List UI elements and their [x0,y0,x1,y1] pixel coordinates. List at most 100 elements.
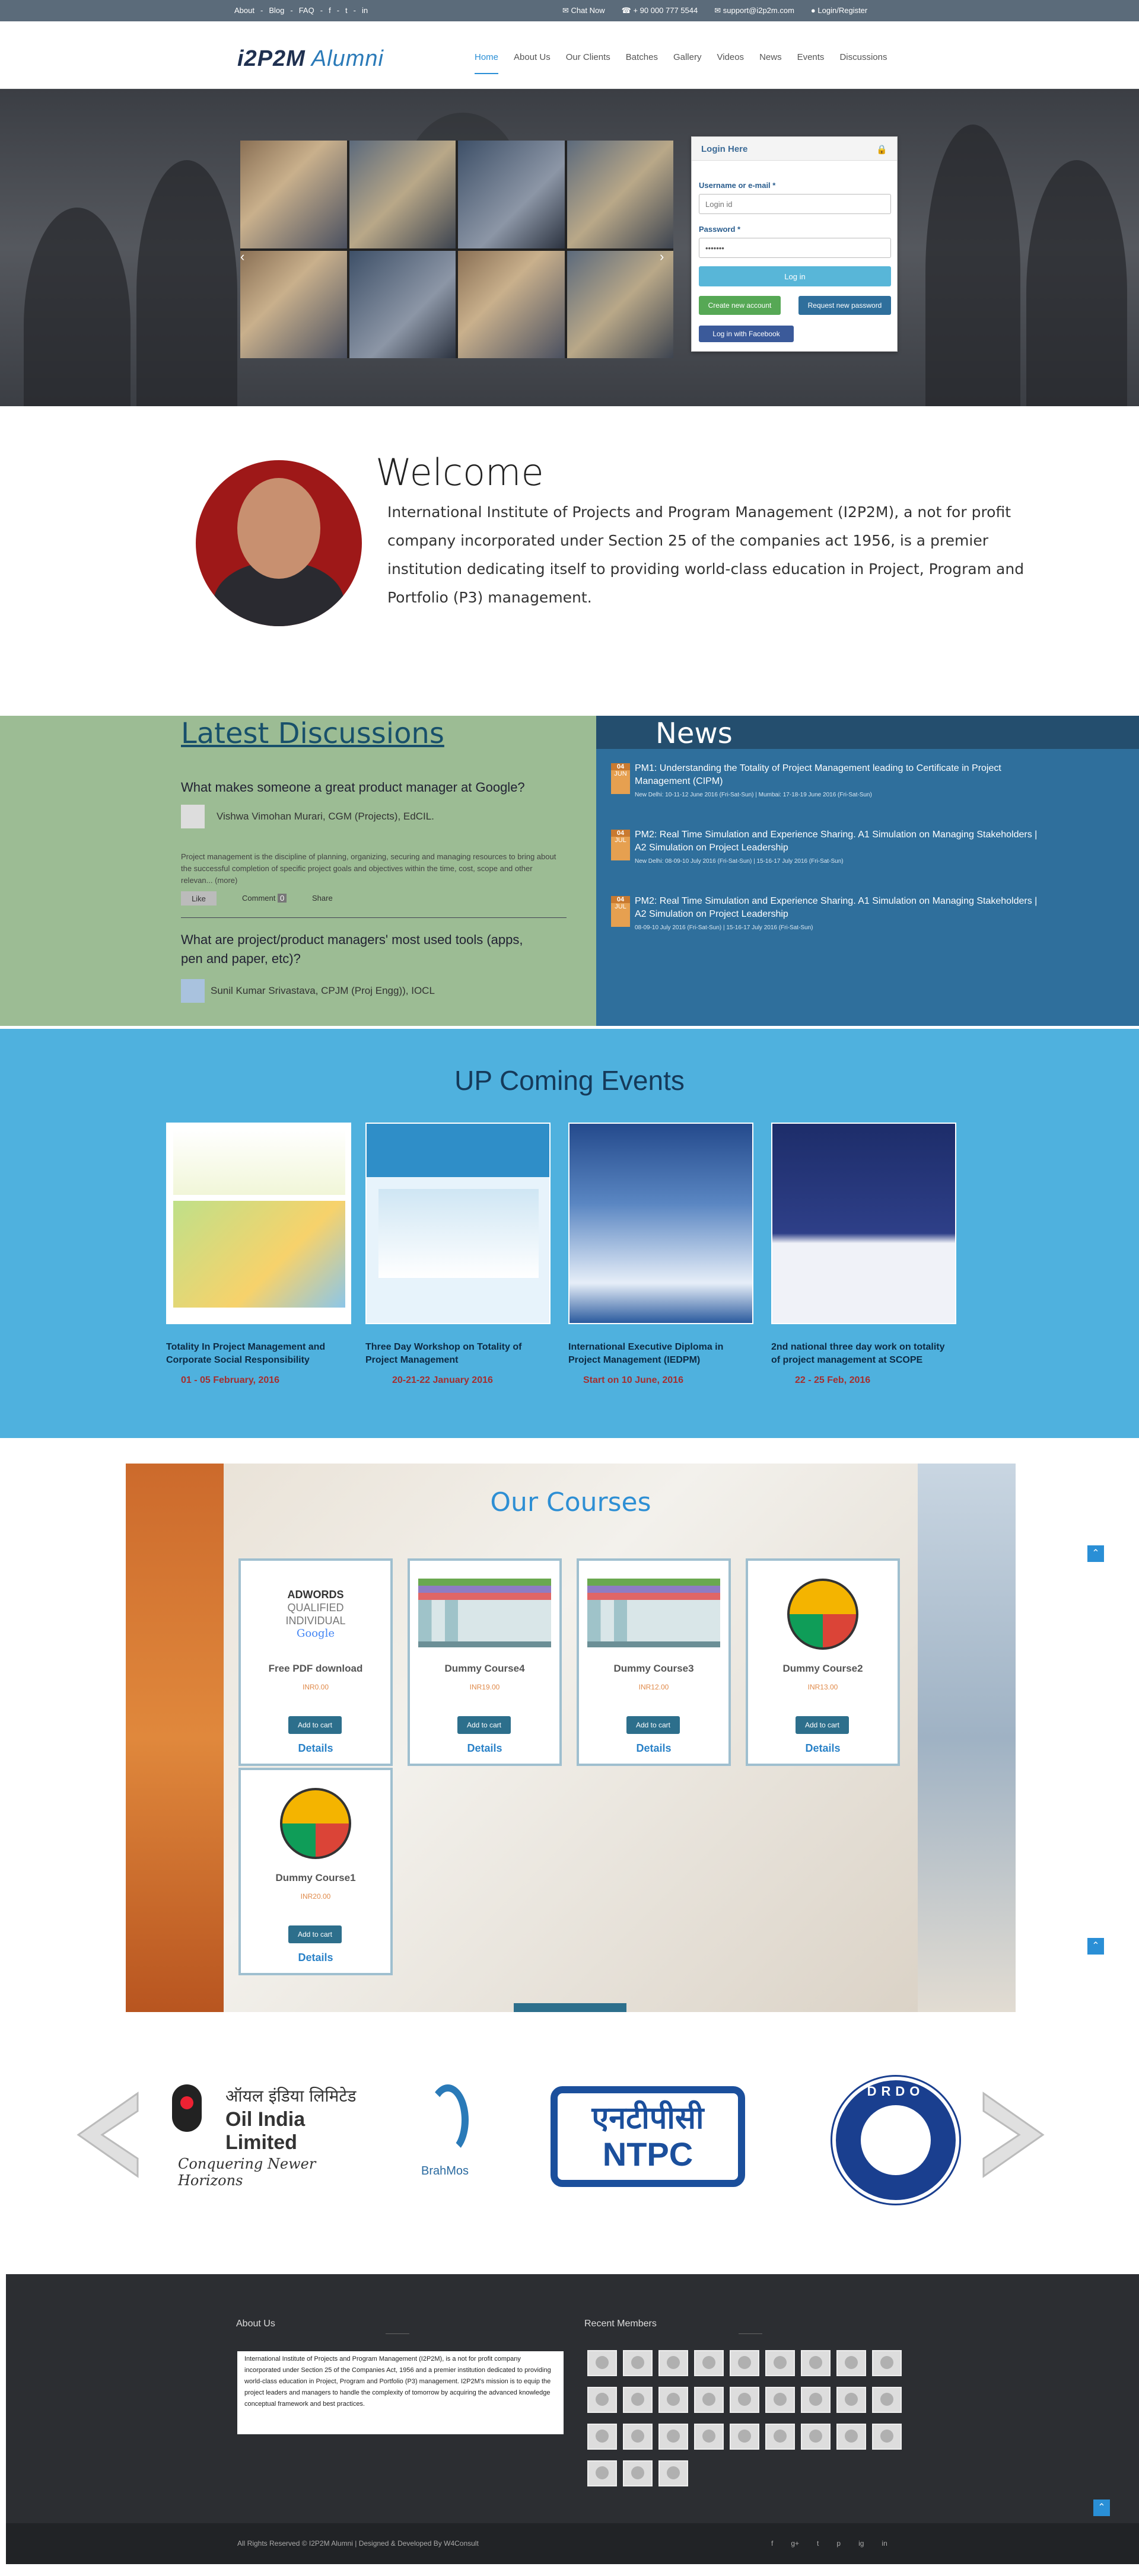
news-item-title[interactable]: PM1: Understanding the Totality of Proje… [635,762,1038,788]
event-card[interactable]: Totality In Project Management and Corpo… [166,1123,351,1386]
member-avatar[interactable] [623,2350,653,2376]
username-input[interactable] [699,194,891,214]
photo-gallery-slider[interactable] [240,141,673,358]
linkedin-icon[interactable]: in [882,2539,887,2548]
topbar-blog-link[interactable]: Blog [269,6,284,15]
login-register-link[interactable]: ● Login/Register [811,6,867,15]
details-link[interactable]: Details [579,1742,728,1755]
member-avatar[interactable] [836,2424,866,2450]
member-avatar[interactable] [694,2424,724,2450]
course-card[interactable]: Dummy Course1 INR20.00 Add to cart Detai… [238,1768,393,1975]
details-link[interactable]: Details [410,1742,559,1755]
scroll-up-button[interactable]: ⌃ [1087,1545,1104,1562]
nav-batches[interactable]: Batches [626,52,658,74]
carousel-prev-arrow[interactable] [66,2087,144,2182]
add-to-cart-button[interactable]: Add to cart [626,1716,680,1734]
scroll-up-button[interactable]: ⌃ [1087,1938,1104,1955]
discussion-question[interactable]: What makes someone a great product manag… [181,780,525,795]
member-avatar[interactable] [623,2460,653,2486]
create-account-button[interactable]: Create new account [699,296,781,315]
nav-about[interactable]: About Us [514,52,551,74]
member-avatar[interactable] [872,2387,902,2413]
facebook-icon[interactable]: f [771,2539,773,2548]
scroll-top-button[interactable]: ⌃ [1093,2500,1110,2516]
member-avatar[interactable] [765,2350,795,2376]
nav-discussions[interactable]: Discussions [839,52,887,74]
member-avatar[interactable] [836,2350,866,2376]
chat-now-link[interactable]: ✉ Chat Now [562,6,605,15]
comment-button[interactable]: Comment 0 [242,894,287,903]
member-avatar[interactable] [872,2424,902,2450]
news-item-title[interactable]: PM2: Real Time Simulation and Experience… [635,828,1038,855]
nav-news[interactable]: News [759,52,782,74]
nav-events[interactable]: Events [797,52,825,74]
pinterest-icon[interactable]: p [836,2539,841,2548]
member-avatar[interactable] [836,2387,866,2413]
gallery-next-arrow[interactable]: › [660,249,670,273]
course-card[interactable]: Dummy Course3 INR12.00 Add to cart Detai… [577,1558,731,1766]
like-button[interactable]: Like [181,891,217,906]
course-card[interactable]: Dummy Course2 INR13.00 Add to cart Detai… [746,1558,900,1766]
password-input[interactable] [699,238,891,258]
member-avatar[interactable] [587,2460,617,2486]
answer-author[interactable]: Sunil Kumar Srivastava, CPJM (Proj Engg)… [211,985,435,997]
discussion-question[interactable]: What are project/product managers' most … [181,930,537,968]
member-avatar[interactable] [801,2350,831,2376]
member-avatar[interactable] [587,2387,617,2413]
email-link[interactable]: ✉ support@i2p2m.com [714,6,794,15]
share-button[interactable]: Share [312,894,333,903]
event-card[interactable]: 2nd national three day work on totality … [771,1123,956,1386]
courses-pager[interactable] [514,2003,626,2012]
member-avatar[interactable] [730,2387,759,2413]
event-card[interactable]: Three Day Workshop on Totality of Projec… [365,1123,551,1386]
member-avatar[interactable] [694,2350,724,2376]
gallery-prev-arrow[interactable]: ‹ [240,249,251,273]
member-avatar[interactable] [801,2387,831,2413]
facebook-login-button[interactable]: Log in with Facebook [699,326,794,342]
member-avatar[interactable] [658,2460,688,2486]
member-avatar[interactable] [587,2350,617,2376]
member-avatar[interactable] [658,2350,688,2376]
event-card[interactable]: International Executive Diploma in Proje… [568,1123,753,1386]
member-avatar[interactable] [623,2424,653,2450]
add-to-cart-button[interactable]: Add to cart [288,1925,342,1943]
google-plus-icon[interactable]: g+ [791,2539,799,2548]
add-to-cart-button[interactable]: Add to cart [457,1716,511,1734]
details-link[interactable]: Details [241,1952,390,1964]
instagram-icon[interactable]: ig [858,2539,864,2548]
twitter-icon[interactable]: t [345,6,348,15]
member-avatar[interactable] [587,2424,617,2450]
add-to-cart-button[interactable]: Add to cart [288,1716,342,1734]
topbar-faq-link[interactable]: FAQ [299,6,314,15]
course-card[interactable]: Dummy Course4 INR19.00 Add to cart Detai… [408,1558,562,1766]
details-link[interactable]: Details [241,1742,390,1755]
member-avatar[interactable] [801,2424,831,2450]
course-card[interactable]: ADWORDS QUALIFIED INDIVIDUAL Google Free… [238,1558,393,1766]
facebook-icon[interactable]: f [329,6,331,15]
nav-gallery[interactable]: Gallery [673,52,702,74]
details-link[interactable]: Details [748,1742,898,1755]
carousel-next-arrow[interactable] [978,2087,1055,2182]
topbar-about-link[interactable]: About [234,6,254,15]
nav-videos[interactable]: Videos [717,52,744,74]
member-avatar[interactable] [872,2350,902,2376]
member-avatar[interactable] [765,2387,795,2413]
site-logo[interactable]: i2P2M Alumni [237,46,384,72]
answer-author[interactable]: Vishwa Vimohan Murari, CGM (Projects), E… [217,811,434,822]
member-avatar[interactable] [730,2424,759,2450]
nav-clients[interactable]: Our Clients [566,52,610,74]
member-avatar[interactable] [694,2387,724,2413]
member-avatar[interactable] [765,2424,795,2450]
add-to-cart-button[interactable]: Add to cart [796,1716,849,1734]
twitter-icon[interactable]: t [817,2539,819,2548]
member-avatar[interactable] [730,2350,759,2376]
news-item-title[interactable]: PM2: Real Time Simulation and Experience… [635,895,1038,921]
member-avatar[interactable] [658,2387,688,2413]
linkedin-icon[interactable]: in [362,6,368,15]
member-avatar[interactable] [658,2424,688,2450]
phone-link[interactable]: ☎ + 90 000 777 5544 [622,6,698,15]
member-avatar[interactable] [623,2387,653,2413]
login-button[interactable]: Log in [699,266,891,286]
nav-home[interactable]: Home [475,52,499,74]
request-password-button[interactable]: Request new password [798,296,891,315]
